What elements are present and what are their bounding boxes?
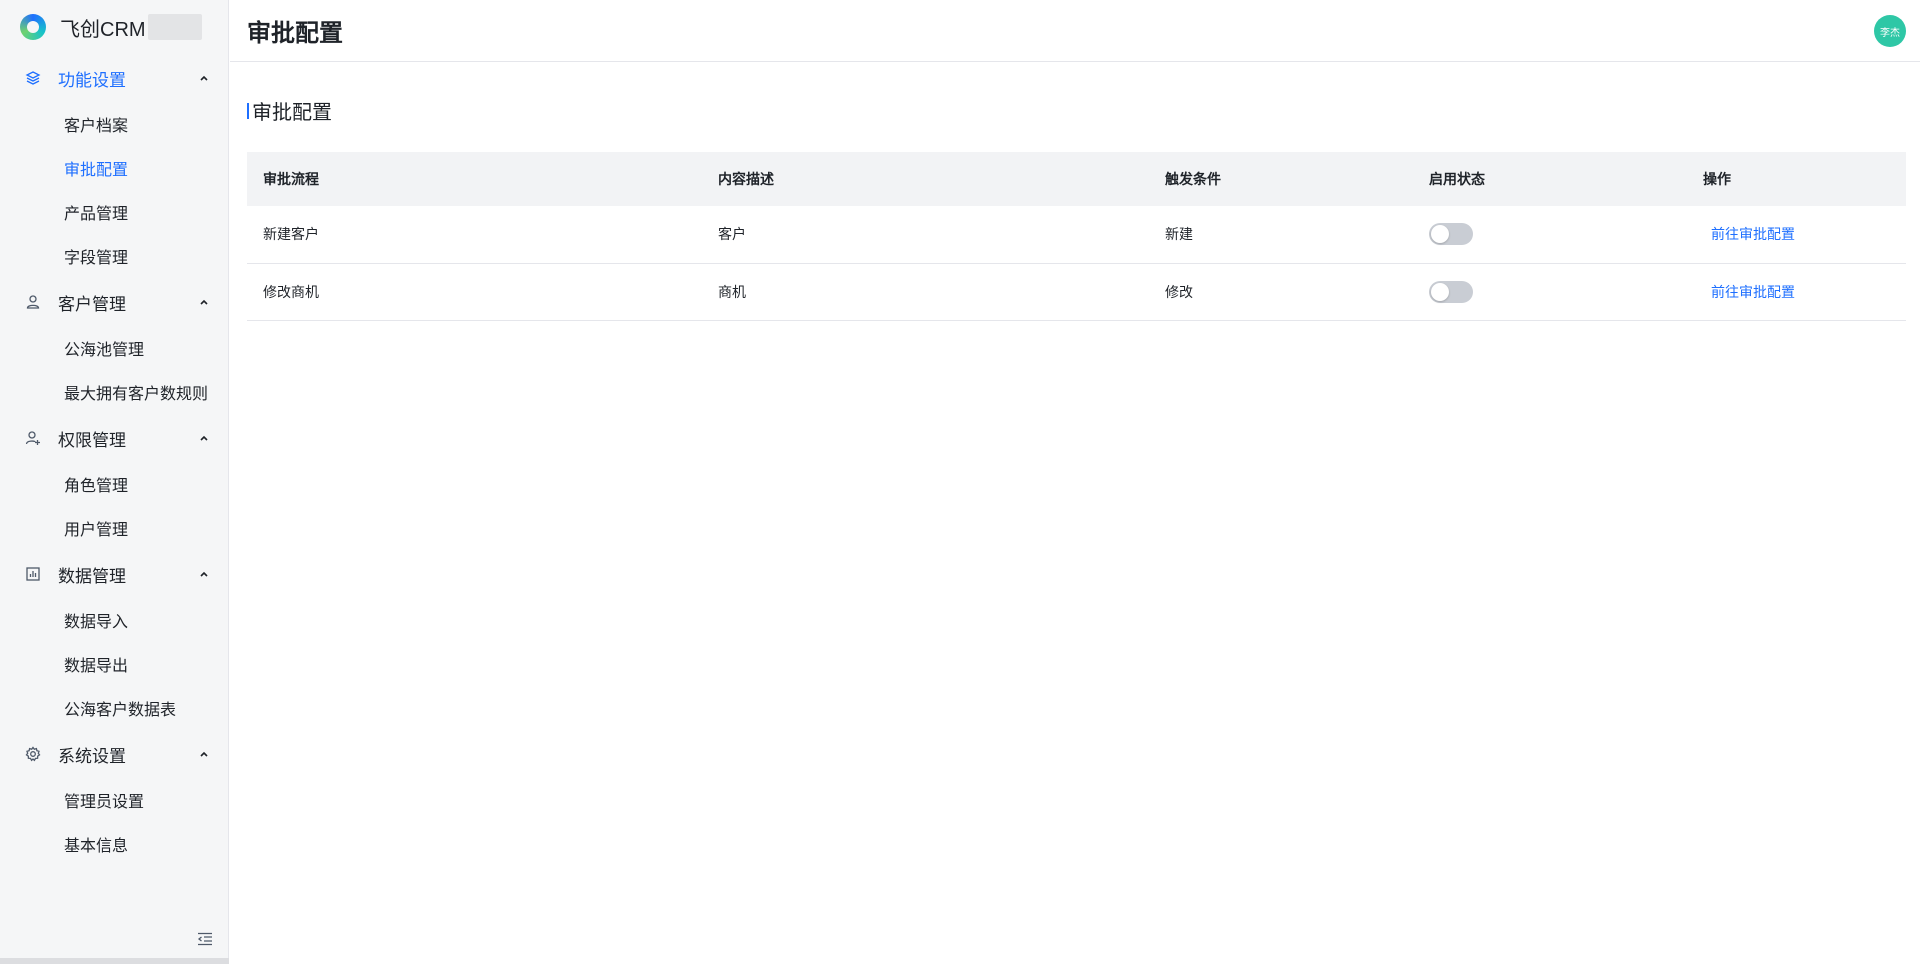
chevron-up-icon: [198, 748, 210, 760]
sidebar-group-permission-management[interactable]: 权限管理: [0, 414, 228, 462]
sidebar-group-system-settings[interactable]: 系统设置: [0, 730, 228, 778]
cell-desc: 商机: [718, 283, 746, 300]
sidebar-group-customer-management[interactable]: 客户管理: [0, 278, 228, 326]
sidebar: 飞创CRM 功能设置 客户档案 审批配置 产品管理 字段管理 客户管理 公海池管…: [0, 0, 229, 964]
sidebar-item-role-management[interactable]: 角色管理: [0, 462, 228, 506]
sidebar-group-function-settings[interactable]: 功能设置: [0, 54, 228, 102]
cell-flow: 新建客户: [263, 226, 319, 243]
sidebar-item-product-management[interactable]: 产品管理: [0, 190, 228, 234]
cell-desc: 客户: [718, 226, 746, 243]
sidebar-item-data-import[interactable]: 数据导入: [0, 598, 228, 642]
sidebar-item-field-management[interactable]: 字段管理: [0, 234, 228, 278]
table-row: 新建客户 客户 新建 前往审批配置: [247, 206, 1906, 263]
user-add-icon: [24, 429, 42, 447]
sidebar-group-label: 权限管理: [58, 430, 126, 450]
cell-trigger: 修改: [1165, 283, 1193, 300]
cell-action: 前往审批配置: [1687, 263, 1906, 320]
main-content: 审批配置 李杰 审批配置 审批流程 内容描述 触发条件 启用状态 操作 新建客户…: [230, 0, 1920, 964]
sidebar-item-public-customer-table[interactable]: 公海客户数据表: [0, 686, 228, 730]
goto-approval-config-link[interactable]: 前往审批配置: [1703, 284, 1795, 300]
bar-chart-icon: [24, 565, 42, 583]
sidebar-group-label: 数据管理: [58, 566, 126, 586]
layers-icon: [24, 69, 42, 87]
section-title-marker: [247, 102, 249, 119]
section-title-text: 审批配置: [252, 102, 332, 124]
table-row: 修改商机 商机 修改 前往审批配置: [247, 263, 1906, 320]
enable-toggle[interactable]: [1429, 223, 1473, 246]
brand[interactable]: 飞创CRM: [0, 0, 228, 54]
chevron-up-icon: [198, 568, 210, 580]
table-header-row: 审批流程 内容描述 触发条件 启用状态 操作: [247, 152, 1906, 206]
column-header-trigger: 触发条件: [1165, 171, 1221, 187]
cell-trigger: 新建: [1165, 226, 1193, 243]
sidebar-scrollbar[interactable]: [0, 958, 229, 964]
sidebar-item-user-management[interactable]: 用户管理: [0, 506, 228, 550]
top-bar: 审批配置: [230, 0, 1920, 62]
sidebar-group-label: 客户管理: [58, 294, 126, 314]
page-title: 审批配置: [247, 20, 343, 47]
avatar[interactable]: 李杰: [1874, 15, 1906, 47]
sidebar-group-data-management[interactable]: 数据管理: [0, 550, 228, 598]
section-title: 审批配置: [247, 96, 332, 125]
gear-icon: [24, 745, 42, 763]
cell-status: [1413, 263, 1687, 320]
brand-name: 飞创CRM: [60, 18, 146, 41]
column-header-desc: 内容描述: [718, 171, 774, 187]
goto-approval-config-link[interactable]: 前往审批配置: [1703, 226, 1795, 242]
cell-status: [1413, 206, 1687, 263]
sidebar-item-admin-settings[interactable]: 管理员设置: [0, 778, 228, 822]
user-icon: [24, 293, 42, 311]
column-header-status: 启用状态: [1429, 171, 1485, 187]
enable-toggle[interactable]: [1429, 280, 1473, 303]
sidebar-group-label: 系统设置: [58, 746, 126, 766]
sidebar-group-label: 功能设置: [58, 70, 126, 90]
cell-action: 前往审批配置: [1687, 206, 1906, 263]
sidebar-item-public-pool[interactable]: 公海池管理: [0, 326, 228, 370]
sidebar-item-basic-info[interactable]: 基本信息: [0, 822, 228, 866]
sidebar-item-approval-config[interactable]: 审批配置: [0, 146, 228, 190]
sidebar-item-data-export[interactable]: 数据导出: [0, 642, 228, 686]
sidebar-item-customer-archive[interactable]: 客户档案: [0, 102, 228, 146]
brand-blur: [147, 14, 202, 40]
logo-icon: [20, 14, 46, 40]
chevron-up-icon: [198, 432, 210, 444]
collapse-sidebar-icon[interactable]: [196, 930, 214, 948]
column-header-flow: 审批流程: [263, 171, 319, 187]
sidebar-item-max-customer-rule[interactable]: 最大拥有客户数规则: [0, 370, 228, 414]
approval-table: 审批流程 内容描述 触发条件 启用状态 操作 新建客户 客户 新建 前往审批配置…: [247, 152, 1906, 321]
cell-flow: 修改商机: [263, 283, 319, 300]
chevron-up-icon: [198, 72, 210, 84]
column-header-action: 操作: [1703, 171, 1731, 187]
chevron-up-icon: [198, 296, 210, 308]
